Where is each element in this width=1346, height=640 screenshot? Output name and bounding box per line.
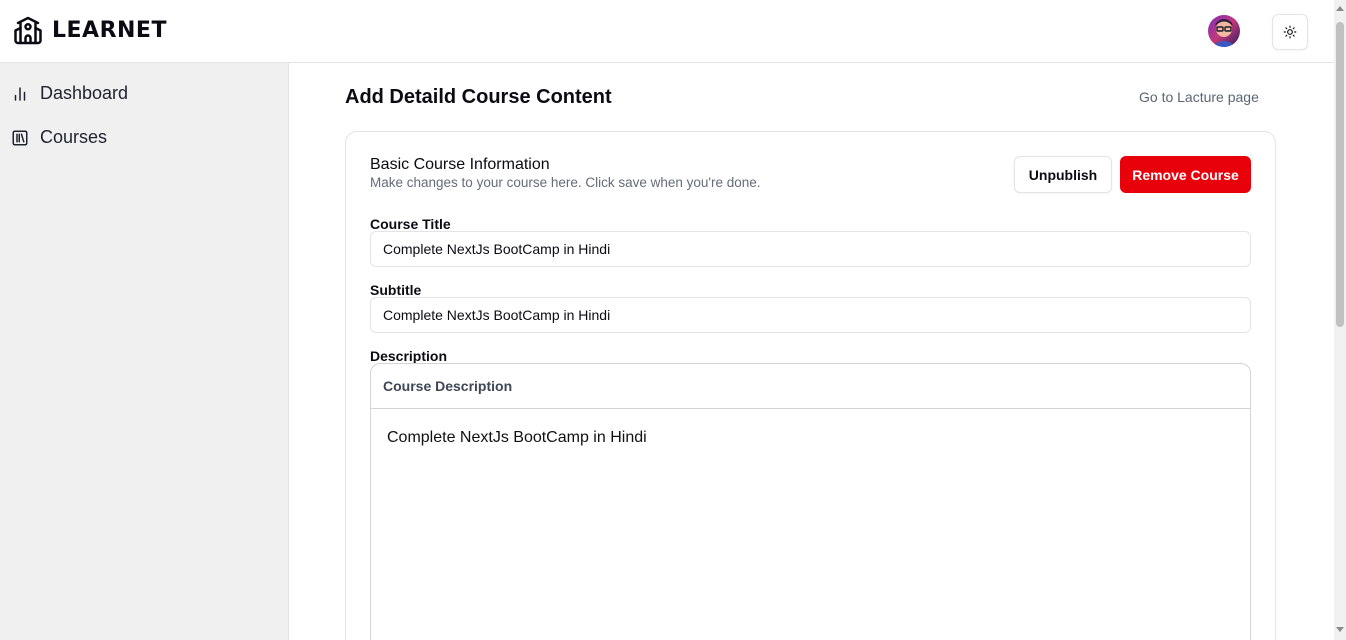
editor-content[interactable]: Complete NextJs BootCamp in Hindi bbox=[371, 409, 1250, 467]
sidebar-item-courses[interactable]: Courses bbox=[11, 127, 107, 148]
scroll-up-arrow-icon[interactable] bbox=[1336, 6, 1344, 11]
description-label: Description bbox=[370, 348, 448, 364]
scroll-thumb[interactable] bbox=[1336, 22, 1344, 327]
course-info-card: Basic Course Information Make changes to… bbox=[345, 131, 1276, 640]
bar-chart-icon bbox=[14, 86, 26, 101]
description-editor[interactable]: Course Description Complete NextJs BootC… bbox=[370, 363, 1251, 640]
sun-icon bbox=[1283, 25, 1297, 39]
theme-toggle-button[interactable] bbox=[1272, 14, 1308, 50]
scroll-down-arrow-icon[interactable] bbox=[1336, 627, 1344, 632]
unpublish-button[interactable]: Unpublish bbox=[1014, 156, 1112, 193]
editor-toolbar-label: Course Description bbox=[383, 378, 513, 394]
sidebar: Dashboard Courses bbox=[0, 63, 289, 640]
avatar-image bbox=[1208, 15, 1240, 47]
subtitle-label: Subtitle bbox=[370, 282, 422, 298]
course-title-label: Course Title bbox=[370, 216, 451, 232]
card-description: Make changes to your course here. Click … bbox=[370, 175, 761, 190]
course-title-input[interactable] bbox=[370, 231, 1251, 267]
brand-name: LEARNET bbox=[52, 18, 167, 43]
sidebar-item-label: Courses bbox=[40, 127, 108, 147]
remove-course-button[interactable]: Remove Course bbox=[1120, 156, 1251, 193]
page-title: Add Detaild Course Content bbox=[345, 86, 612, 108]
library-icon bbox=[12, 130, 28, 145]
sidebar-item-dashboard[interactable]: Dashboard bbox=[11, 83, 128, 104]
go-to-lecture-link[interactable]: Go to Lacture page bbox=[1139, 89, 1259, 105]
card-title: Basic Course Information bbox=[370, 156, 550, 173]
sidebar-item-label: Dashboard bbox=[40, 83, 129, 103]
editor-toolbar: Course Description bbox=[371, 364, 1250, 409]
page-scrollbar[interactable] bbox=[1334, 0, 1346, 640]
subtitle-input[interactable] bbox=[370, 297, 1251, 333]
top-header: LEARNET bbox=[0, 0, 1334, 63]
user-avatar[interactable] bbox=[1208, 15, 1240, 47]
school-icon bbox=[14, 16, 42, 45]
brand-logo[interactable]: LEARNET bbox=[13, 15, 167, 46]
